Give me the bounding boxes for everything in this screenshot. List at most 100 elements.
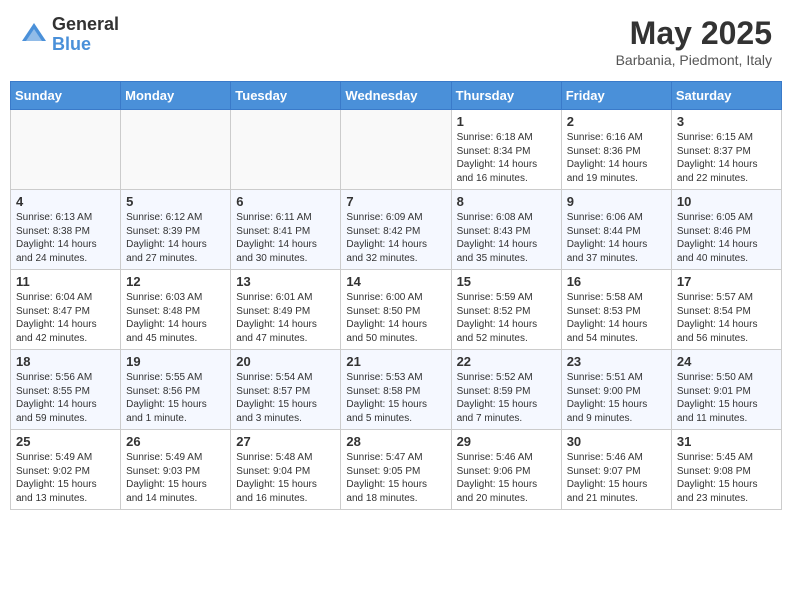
- day-header-thursday: Thursday: [451, 82, 561, 110]
- day-info: Sunrise: 6:13 AM Sunset: 8:38 PM Dayligh…: [16, 211, 115, 265]
- day-info: Sunrise: 5:56 AM Sunset: 8:55 PM Dayligh…: [16, 371, 115, 425]
- day-info: Sunrise: 6:15 AM Sunset: 8:37 PM Dayligh…: [677, 131, 776, 185]
- month-title: May 2025: [616, 15, 772, 52]
- calendar-cell: 18 Sunrise: 5:56 AM Sunset: 8:55 PM Dayli…: [11, 350, 121, 430]
- calendar-week-row: 1 Sunrise: 6:18 AM Sunset: 8:34 PM Daylig…: [11, 110, 782, 190]
- day-number: 27: [236, 434, 335, 449]
- logo-general-text: General: [52, 15, 119, 35]
- day-info: Sunrise: 5:46 AM Sunset: 9:06 PM Dayligh…: [457, 451, 556, 505]
- day-number: 4: [16, 194, 115, 209]
- day-number: 25: [16, 434, 115, 449]
- calendar-cell: 24Sunrise: 5:50 AM Sunset: 9:01 PM Dayli…: [671, 350, 781, 430]
- logo-blue-text: Blue: [52, 35, 119, 55]
- day-info: Sunrise: 6:01 AM Sunset: 8:49 PM Dayligh…: [236, 291, 335, 345]
- calendar-cell: 4 Sunrise: 6:13 AM Sunset: 8:38 PM Daylig…: [11, 190, 121, 270]
- day-number: 26: [126, 434, 225, 449]
- day-header-monday: Monday: [121, 82, 231, 110]
- calendar-cell: 9 Sunrise: 6:06 AM Sunset: 8:44 PM Daylig…: [561, 190, 671, 270]
- page-header: General Blue May 2025 Barbania, Piedmont…: [10, 10, 782, 73]
- day-number: 11: [16, 274, 115, 289]
- day-number: 3: [677, 114, 776, 129]
- calendar-cell: 11 Sunrise: 6:04 AM Sunset: 8:47 PM Dayli…: [11, 270, 121, 350]
- day-number: 22: [457, 354, 556, 369]
- day-number: 29: [457, 434, 556, 449]
- day-number: 13: [236, 274, 335, 289]
- day-info: Sunrise: 6:00 AM Sunset: 8:50 PM Dayligh…: [346, 291, 445, 345]
- day-number: 15: [457, 274, 556, 289]
- logo: General Blue: [20, 15, 119, 55]
- logo-icon: [20, 21, 48, 49]
- day-info: Sunrise: 6:18 AM Sunset: 8:34 PM Dayligh…: [457, 131, 556, 185]
- day-info: Sunrise: 5:45 AM Sunset: 9:08 PM Dayligh…: [677, 451, 776, 505]
- calendar-cell: 22 Sunrise: 5:52 AM Sunset: 8:59 PM Dayli…: [451, 350, 561, 430]
- day-info: Sunrise: 5:51 AM Sunset: 9:00 PM Dayligh…: [567, 371, 666, 425]
- calendar-week-row: 11 Sunrise: 6:04 AM Sunset: 8:47 PM Dayli…: [11, 270, 782, 350]
- calendar-cell: 3 Sunrise: 6:15 AM Sunset: 8:37 PM Daylig…: [671, 110, 781, 190]
- calendar-table: SundayMondayTuesdayWednesdayThursdayFrid…: [10, 81, 782, 510]
- calendar-cell: 13 Sunrise: 6:01 AM Sunset: 8:49 PM Dayli…: [231, 270, 341, 350]
- day-number: 8: [457, 194, 556, 209]
- calendar-cell: 31 Sunrise: 5:45 AM Sunset: 9:08 PM Dayli…: [671, 430, 781, 510]
- day-number: 7: [346, 194, 445, 209]
- day-info: Sunrise: 6:16 AM Sunset: 8:36 PM Dayligh…: [567, 131, 666, 185]
- day-info: Sunrise: 6:09 AM Sunset: 8:42 PM Dayligh…: [346, 211, 445, 265]
- day-number: 14: [346, 274, 445, 289]
- calendar-cell: 17Sunrise: 5:57 AM Sunset: 8:54 PM Dayli…: [671, 270, 781, 350]
- day-header-saturday: Saturday: [671, 82, 781, 110]
- calendar-cell: [11, 110, 121, 190]
- day-info: Sunrise: 5:58 AM Sunset: 8:53 PM Dayligh…: [567, 291, 666, 345]
- calendar-cell: [121, 110, 231, 190]
- calendar-week-row: 18 Sunrise: 5:56 AM Sunset: 8:55 PM Dayli…: [11, 350, 782, 430]
- day-info: Sunrise: 5:55 AM Sunset: 8:56 PM Dayligh…: [126, 371, 225, 425]
- calendar-cell: 16 Sunrise: 5:58 AM Sunset: 8:53 PM Dayli…: [561, 270, 671, 350]
- calendar-cell: 6 Sunrise: 6:11 AM Sunset: 8:41 PM Daylig…: [231, 190, 341, 270]
- calendar-cell: [231, 110, 341, 190]
- day-info: Sunrise: 6:11 AM Sunset: 8:41 PM Dayligh…: [236, 211, 335, 265]
- calendar-cell: 20Sunrise: 5:54 AM Sunset: 8:57 PM Dayli…: [231, 350, 341, 430]
- day-info: Sunrise: 5:47 AM Sunset: 9:05 PM Dayligh…: [346, 451, 445, 505]
- day-info: Sunrise: 5:59 AM Sunset: 8:52 PM Dayligh…: [457, 291, 556, 345]
- calendar-header-row: SundayMondayTuesdayWednesdayThursdayFrid…: [11, 82, 782, 110]
- day-header-friday: Friday: [561, 82, 671, 110]
- day-number: 30: [567, 434, 666, 449]
- day-info: Sunrise: 5:52 AM Sunset: 8:59 PM Dayligh…: [457, 371, 556, 425]
- day-info: Sunrise: 6:08 AM Sunset: 8:43 PM Dayligh…: [457, 211, 556, 265]
- day-info: Sunrise: 5:49 AM Sunset: 9:02 PM Dayligh…: [16, 451, 115, 505]
- day-info: Sunrise: 5:53 AM Sunset: 8:58 PM Dayligh…: [346, 371, 445, 425]
- calendar-cell: 14 Sunrise: 6:00 AM Sunset: 8:50 PM Dayli…: [341, 270, 451, 350]
- day-number: 17: [677, 274, 776, 289]
- calendar-cell: 5 Sunrise: 6:12 AM Sunset: 8:39 PM Daylig…: [121, 190, 231, 270]
- day-number: 10: [677, 194, 776, 209]
- day-info: Sunrise: 5:54 AM Sunset: 8:57 PM Dayligh…: [236, 371, 335, 425]
- day-info: Sunrise: 5:46 AM Sunset: 9:07 PM Dayligh…: [567, 451, 666, 505]
- day-info: Sunrise: 5:48 AM Sunset: 9:04 PM Dayligh…: [236, 451, 335, 505]
- day-number: 24: [677, 354, 776, 369]
- day-info: Sunrise: 6:06 AM Sunset: 8:44 PM Dayligh…: [567, 211, 666, 265]
- day-number: 18: [16, 354, 115, 369]
- day-number: 9: [567, 194, 666, 209]
- location-subtitle: Barbania, Piedmont, Italy: [616, 52, 772, 68]
- day-header-wednesday: Wednesday: [341, 82, 451, 110]
- day-header-tuesday: Tuesday: [231, 82, 341, 110]
- day-number: 1: [457, 114, 556, 129]
- calendar-week-row: 4 Sunrise: 6:13 AM Sunset: 8:38 PM Daylig…: [11, 190, 782, 270]
- title-block: May 2025 Barbania, Piedmont, Italy: [616, 15, 772, 68]
- day-number: 19: [126, 354, 225, 369]
- day-info: Sunrise: 6:04 AM Sunset: 8:47 PM Dayligh…: [16, 291, 115, 345]
- calendar-week-row: 25 Sunrise: 5:49 AM Sunset: 9:02 PM Dayli…: [11, 430, 782, 510]
- calendar-cell: [341, 110, 451, 190]
- calendar-cell: 27 Sunrise: 5:48 AM Sunset: 9:04 PM Dayli…: [231, 430, 341, 510]
- day-number: 31: [677, 434, 776, 449]
- calendar-cell: 10Sunrise: 6:05 AM Sunset: 8:46 PM Dayli…: [671, 190, 781, 270]
- calendar-cell: 30 Sunrise: 5:46 AM Sunset: 9:07 PM Dayli…: [561, 430, 671, 510]
- day-number: 16: [567, 274, 666, 289]
- day-number: 12: [126, 274, 225, 289]
- calendar-cell: 19 Sunrise: 5:55 AM Sunset: 8:56 PM Dayli…: [121, 350, 231, 430]
- calendar-cell: 25 Sunrise: 5:49 AM Sunset: 9:02 PM Dayli…: [11, 430, 121, 510]
- day-info: Sunrise: 6:12 AM Sunset: 8:39 PM Dayligh…: [126, 211, 225, 265]
- day-header-sunday: Sunday: [11, 82, 121, 110]
- day-number: 6: [236, 194, 335, 209]
- calendar-cell: 2Sunrise: 6:16 AM Sunset: 8:36 PM Daylig…: [561, 110, 671, 190]
- day-number: 5: [126, 194, 225, 209]
- calendar-cell: 8 Sunrise: 6:08 AM Sunset: 8:43 PM Daylig…: [451, 190, 561, 270]
